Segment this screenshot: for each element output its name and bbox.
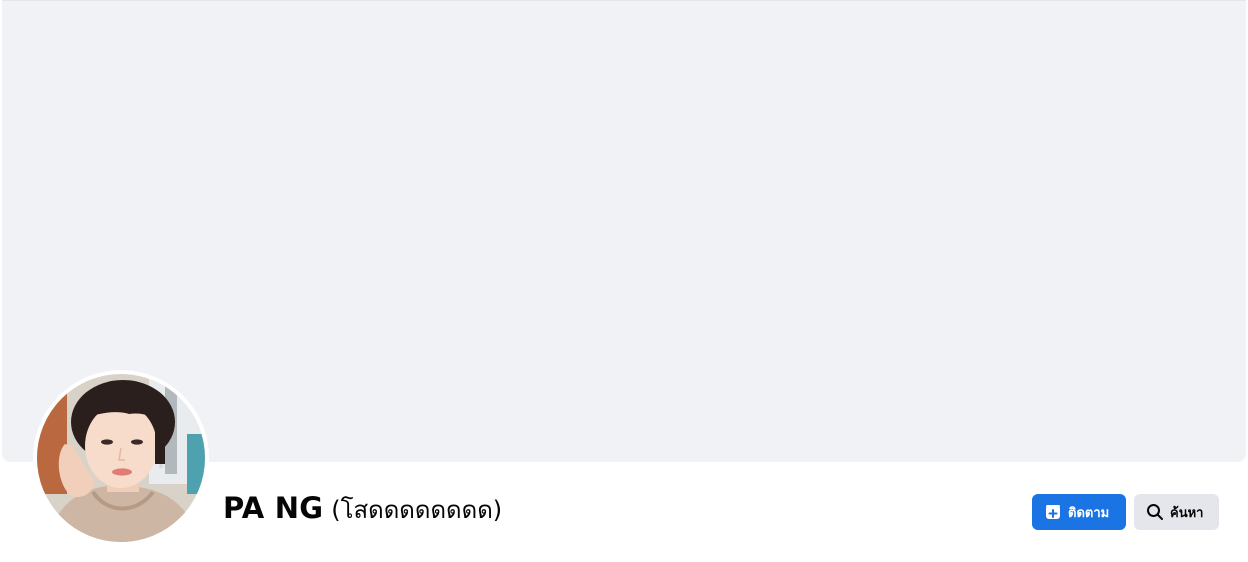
profile-page: PA NG (โสดดดดดดดด) ติดตาม ค้นหา xyxy=(0,0,1248,562)
follow-button-label: ติดตาม xyxy=(1068,505,1110,521)
profile-picture[interactable] xyxy=(37,374,205,542)
profile-name-main: PA NG xyxy=(223,491,324,525)
profile-name: PA NG (โสดดดดดดดด) xyxy=(223,490,502,534)
profile-picture-ring xyxy=(33,370,209,546)
follow-button[interactable]: ติดตาม xyxy=(1032,494,1126,530)
search-button-label: ค้นหา xyxy=(1170,505,1204,521)
search-button[interactable]: ค้นหา xyxy=(1134,494,1219,530)
profile-actions: ติดตาม ค้นหา xyxy=(1032,494,1219,530)
cover-photo[interactable] xyxy=(2,0,1246,462)
profile-alternate-name: (โสดดดดดดดด) xyxy=(331,496,503,524)
follow-icon xyxy=(1044,503,1062,521)
search-icon xyxy=(1146,503,1164,521)
